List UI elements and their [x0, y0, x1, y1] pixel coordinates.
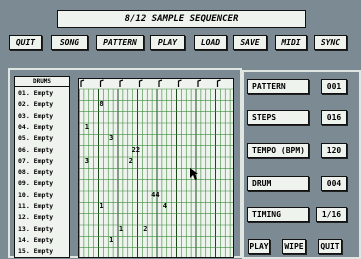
beat-marker-icon: [216, 79, 221, 87]
grid-note[interactable]: 2: [127, 158, 135, 165]
tempo-value[interactable]: 120: [321, 143, 347, 158]
grid-note[interactable]: 3: [107, 135, 115, 142]
menu-load-button[interactable]: LOAD: [194, 35, 227, 50]
beat-marker-icon: [138, 79, 143, 87]
timing-value[interactable]: 1/16: [316, 207, 347, 222]
drum-list-item[interactable]: 04. Empty: [18, 123, 70, 132]
wipe-button[interactable]: WIPE: [282, 239, 306, 254]
drum-list-item[interactable]: 07. Empty: [18, 157, 70, 166]
drum-list-item[interactable]: 11. Empty: [18, 202, 70, 211]
drum-list-item[interactable]: 06. Empty: [18, 146, 70, 155]
drum-list-item[interactable]: 05. Empty: [18, 134, 70, 143]
mouse-pointer-icon: [190, 165, 198, 180]
controls-panel: [242, 70, 361, 259]
beat-marker-icon: [197, 79, 202, 87]
grid-note[interactable]: 2: [141, 226, 149, 233]
drum-value[interactable]: 004: [321, 176, 347, 191]
drum-list-item[interactable]: 08. Empty: [18, 168, 70, 177]
drum-list-item[interactable]: 10. Empty: [18, 191, 70, 200]
drums-list: DRUMS 01. Empty 02. Empty 03. Empty 04. Emp…: [14, 76, 70, 258]
grid-note[interactable]: 22: [132, 146, 140, 154]
drum-list-item[interactable]: 14. Empty: [18, 236, 70, 245]
grid-note[interactable]: 1: [98, 203, 106, 210]
drum-list-item[interactable]: 13. Empty: [18, 225, 70, 234]
step-grid[interactable]: 8 1 3 22 3 2 44 1 4 1 2 1: [78, 78, 234, 258]
drum-button[interactable]: DRUM: [247, 176, 309, 191]
drum-list-item[interactable]: 03. Empty: [18, 112, 70, 121]
grid-note[interactable]: 4: [161, 203, 169, 210]
grid-note[interactable]: 8: [98, 101, 106, 108]
pattern-value[interactable]: 001: [321, 79, 347, 94]
beat-marker-icon: [80, 79, 85, 87]
grid-note[interactable]: 1: [83, 124, 91, 131]
menu-midi-button[interactable]: MIDI: [275, 35, 307, 50]
drum-list-item[interactable]: 15. Empty: [18, 247, 70, 256]
timing-button[interactable]: TIMING: [247, 207, 309, 222]
drums-header: DRUMS: [15, 77, 69, 87]
steps-value[interactable]: 016: [321, 110, 347, 125]
menu-save-button[interactable]: SAVE: [233, 35, 267, 50]
grid-note[interactable]: 44: [151, 192, 159, 199]
play-button[interactable]: PLAY: [248, 239, 270, 254]
grid-note[interactable]: 1: [117, 226, 125, 233]
menu-sync-button[interactable]: SYNC: [314, 35, 347, 50]
drum-list-item[interactable]: 12. Empty: [18, 213, 70, 222]
grid-note[interactable]: 1: [107, 237, 115, 244]
menu-pattern-button[interactable]: PATTERN: [96, 35, 144, 50]
tempo-button[interactable]: TEMPO (BPM): [247, 143, 309, 158]
drum-list-item[interactable]: 01. Empty: [18, 89, 70, 98]
menu-play-button[interactable]: PLAY: [150, 35, 185, 50]
app-title: 8/12 SAMPLE SEQUENCER: [57, 10, 306, 28]
grid-note[interactable]: 3: [83, 158, 91, 165]
drum-list-item[interactable]: 02. Empty: [18, 100, 70, 109]
beat-marker-icon: [99, 79, 104, 87]
beat-marker-icon: [119, 79, 124, 87]
menu-song-button[interactable]: SONG: [51, 35, 88, 50]
drum-list-item[interactable]: 09. Empty: [18, 179, 70, 188]
pattern-button[interactable]: PATTERN: [247, 79, 309, 94]
quit-button[interactable]: QUIT: [318, 239, 342, 254]
beat-marker-icon: [158, 79, 163, 87]
beat-marker-icon: [177, 79, 182, 87]
menu-quit-button[interactable]: QUIT: [9, 35, 42, 50]
steps-button[interactable]: STEPS: [247, 110, 309, 125]
